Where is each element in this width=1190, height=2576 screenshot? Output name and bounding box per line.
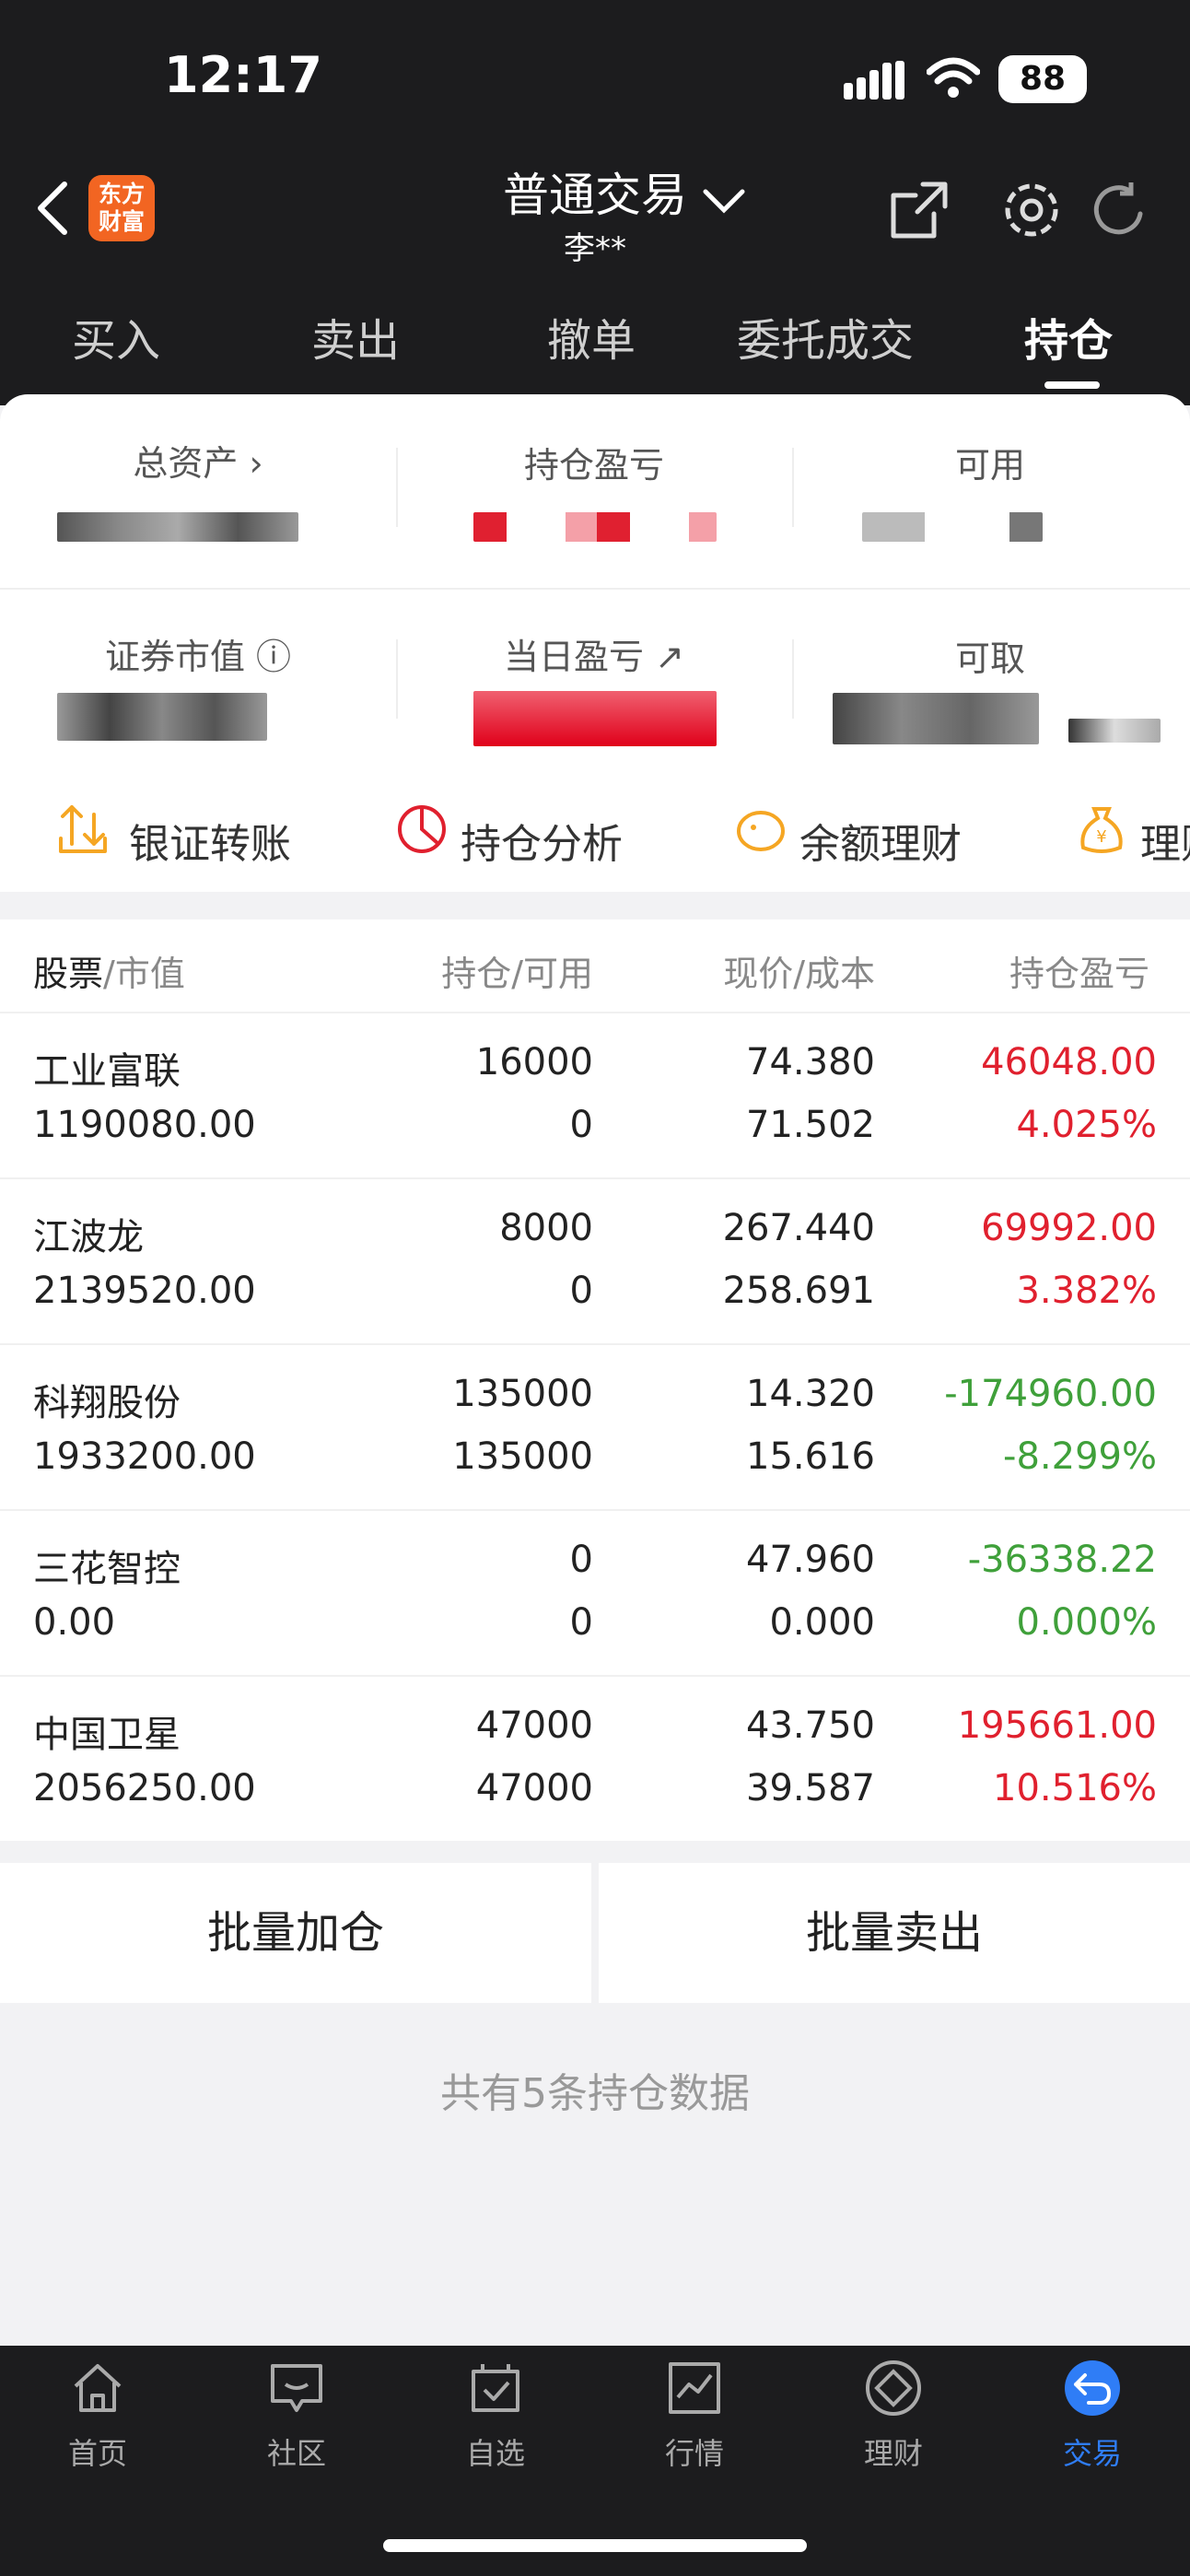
gear-icon[interactable]: [997, 175, 1067, 245]
table-row[interactable]: [0, 1677, 1190, 1841]
batch-add-button[interactable]: 批量加仓: [0, 1863, 591, 2003]
nav-trade-label: 交易: [1062, 2436, 1122, 2471]
market-chart-icon: [669, 2362, 720, 2414]
daily-pnl-value-redacted: [473, 691, 717, 746]
balance-wealth-shortcut[interactable]: 余额理财: [799, 811, 962, 870]
position-pnl: -36338.22: [967, 1539, 1157, 1581]
trade-icon: [1065, 2360, 1120, 2416]
status-time: 12:17: [164, 46, 322, 104]
bank-transfer-shortcut[interactable]: 银证转账: [129, 811, 291, 870]
svg-text:¥: ¥: [1096, 827, 1106, 847]
table-row[interactable]: [0, 1179, 1190, 1343]
refresh-icon[interactable]: [1089, 181, 1146, 238]
position-pnl: 195661.00: [957, 1704, 1157, 1747]
nav-watchlist-label: 自选: [465, 2436, 525, 2471]
battery-indicator: 88: [998, 55, 1087, 103]
position-pnl-pct: -8.299%: [1003, 1435, 1157, 1478]
divider: [792, 639, 794, 719]
home-indicator: [383, 2539, 807, 2552]
share-icon[interactable]: [886, 177, 952, 243]
active-tab-indicator: [1044, 381, 1100, 389]
tab-buy[interactable]: 买入: [72, 304, 160, 369]
cellular-signal-icon: [844, 61, 904, 100]
total-assets-label[interactable]: 总资产 ›: [0, 435, 396, 486]
wealth-icon: [866, 2360, 921, 2416]
divider: [0, 588, 1190, 590]
divider: [396, 639, 398, 719]
daily-pnl-label[interactable]: 当日盈亏 ↗: [396, 628, 792, 679]
header-price: 现价/成本: [723, 954, 875, 994]
chat-icon: [271, 2364, 322, 2412]
tab-positions[interactable]: 持仓: [1024, 304, 1113, 369]
available-label: 可用: [954, 445, 1025, 486]
position-pnl: 46048.00: [981, 1041, 1157, 1083]
table-row[interactable]: [0, 1511, 1190, 1675]
market-value-redacted: [57, 693, 267, 741]
tab-sell[interactable]: 卖出: [311, 304, 400, 369]
piggy-bank-icon: [737, 811, 785, 851]
position-pnl: 69992.00: [981, 1207, 1157, 1249]
home-icon: [74, 2364, 122, 2412]
withdrawable-label: 可取: [954, 638, 1025, 679]
position-pnl-pct: 0.000%: [1016, 1601, 1157, 1644]
position-pnl-label: 持仓盈亏: [523, 445, 664, 486]
available-value-redacted: [862, 512, 1043, 542]
position-pnl: -174960.00: [944, 1373, 1157, 1415]
holdings-count-message: 共有5条持仓数据: [440, 2070, 750, 2117]
nav-home[interactable]: 首页: [33, 2359, 162, 2473]
withdrawable-extra-redacted: [1068, 719, 1161, 743]
watchlist-icon: [472, 2364, 519, 2412]
nav-market[interactable]: 行情: [630, 2359, 759, 2473]
position-pnl-pct: 3.382%: [1016, 1270, 1157, 1312]
divider: [792, 448, 794, 527]
divider: [396, 448, 398, 527]
position-analysis-shortcut[interactable]: 持仓分析: [461, 811, 623, 870]
table-row[interactable]: [0, 1345, 1190, 1509]
position-pnl-pct: 10.516%: [993, 1767, 1157, 1809]
tab-cancel[interactable]: 撤单: [547, 304, 636, 369]
nav-community-label: 社区: [266, 2436, 326, 2471]
money-bag-icon: ¥: [1080, 807, 1123, 853]
table-row[interactable]: [0, 1013, 1190, 1177]
chevron-down-icon[interactable]: [700, 182, 748, 219]
nav-watchlist[interactable]: 自选: [431, 2359, 560, 2473]
header-pnl: 持仓盈亏: [1009, 954, 1150, 994]
batch-sell-button[interactable]: 批量卖出: [599, 1863, 1190, 2003]
wealth-shortcut[interactable]: 理财: [1140, 811, 1190, 870]
nav-wealth[interactable]: 理财: [829, 2359, 958, 2473]
withdrawable-value-redacted: [833, 693, 1039, 744]
tab-orders[interactable]: 委托成交: [737, 304, 914, 369]
nav-trade[interactable]: 交易: [1028, 2359, 1157, 2473]
total-assets-value-redacted: [57, 512, 298, 542]
wifi-icon: [927, 57, 980, 98]
nav-home-label: 首页: [67, 2436, 127, 2471]
nav-market-label: 行情: [664, 2436, 724, 2471]
nav-community[interactable]: 社区: [232, 2359, 361, 2473]
pie-chart-icon: [398, 805, 446, 853]
nav-wealth-label: 理财: [863, 2436, 923, 2471]
transfer-icon: [59, 805, 107, 853]
market-value-label: 证券市值 ⓘ: [104, 637, 292, 677]
position-pnl-pct: 4.025%: [1016, 1104, 1157, 1146]
position-pnl-value-redacted: [473, 512, 717, 542]
